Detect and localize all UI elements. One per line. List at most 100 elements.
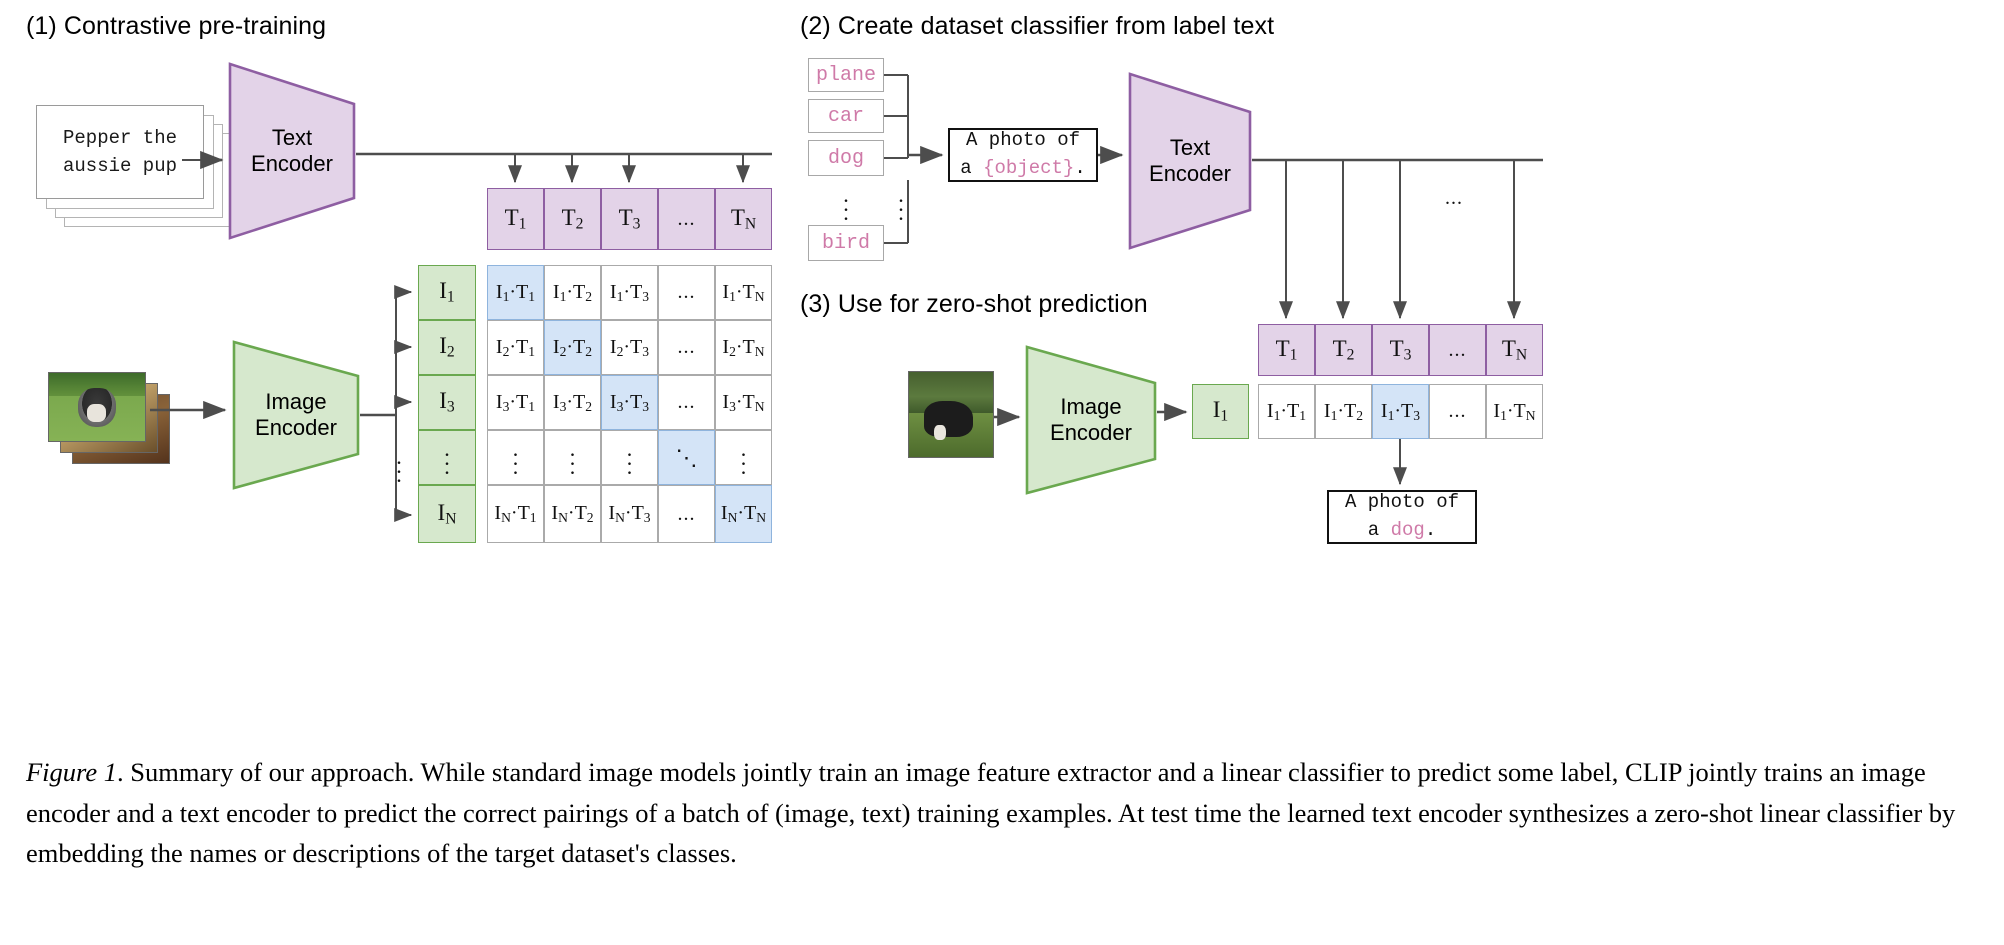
panel2-text-token-1-label: T1 bbox=[1275, 335, 1298, 364]
matrix-cell-4-5: ... bbox=[715, 430, 772, 485]
prediction-suffix: . bbox=[1424, 519, 1437, 541]
text-token-n-label: TN bbox=[730, 204, 757, 233]
matrix-cell-2-2: I2·T2 bbox=[544, 320, 601, 375]
panel3-sim-cell-2-label: I1·T2 bbox=[1323, 399, 1364, 423]
image-encoder-panel1: Image Encoder bbox=[232, 340, 360, 490]
panel2-text-token-1: T1 bbox=[1258, 324, 1315, 376]
class-label-dog-text: dog bbox=[827, 146, 864, 170]
panel2-token-row-ellipsis: ... bbox=[1445, 187, 1463, 209]
figure-number: Figure 1 bbox=[26, 757, 118, 787]
image-token-ellipsis: ... bbox=[418, 430, 476, 485]
text-input-card: Pepper the aussie pup bbox=[36, 105, 204, 199]
image-token-n-label: IN bbox=[437, 499, 457, 528]
panel2-title: (2) Create dataset classifier from label… bbox=[800, 12, 1275, 40]
matrix-cell-3-2: I3·T2 bbox=[544, 375, 601, 430]
image-input-stack bbox=[48, 372, 188, 472]
text-encoder-panel2: Text Encoder bbox=[1128, 72, 1252, 250]
test-image-thumb bbox=[908, 371, 994, 458]
matrix-cell-1-5-label: I1·TN bbox=[722, 280, 765, 304]
image-token-n: IN bbox=[418, 485, 476, 543]
matrix-cell-1-4-label: ... bbox=[677, 281, 696, 303]
panel2-text-token-3: T3 bbox=[1372, 324, 1429, 376]
text-input-card-stack: Pepper the aussie pup bbox=[36, 105, 236, 250]
text-token-n: TN bbox=[715, 188, 772, 250]
image-encoder-label-panel1: Image Encoder bbox=[255, 388, 337, 440]
matrix-cell-5-5-label: IN·TN bbox=[720, 502, 767, 525]
matrix-cell-4-3: ... bbox=[601, 430, 658, 485]
matrix-cell-2-5-label: I2·TN bbox=[722, 335, 765, 359]
matrix-cell-4-3-label: ... bbox=[626, 435, 633, 480]
matrix-cell-3-5: I3·TN bbox=[715, 375, 772, 430]
prediction-class: dog bbox=[1390, 519, 1425, 541]
matrix-cell-1-4: ... bbox=[658, 265, 715, 320]
matrix-cell-3-2-label: I3·T2 bbox=[552, 390, 593, 414]
matrix-cell-1-2: I1·T2 bbox=[544, 265, 601, 320]
text-encoder-label-panel1: Text Encoder bbox=[251, 124, 333, 176]
matrix-cell-5-4-label: ... bbox=[677, 502, 696, 525]
text-encoder-panel1: Text Encoder bbox=[228, 62, 356, 240]
class-label-car: car bbox=[808, 99, 884, 133]
image-thumb-front bbox=[48, 372, 146, 442]
image-encoder-panel3: Image Encoder bbox=[1025, 345, 1157, 495]
image-token-ellipsis-label: ... bbox=[444, 435, 450, 480]
matrix-cell-3-1-label: I3·T1 bbox=[495, 390, 536, 414]
panel2-text-token-2: T2 bbox=[1315, 324, 1372, 376]
matrix-cell-3-3: I3·T3 bbox=[601, 375, 658, 430]
matrix-cell-1-5: I1·TN bbox=[715, 265, 772, 320]
panel2-text-token-ellipsis-label: ... bbox=[1448, 338, 1467, 361]
matrix-cell-4-4: ⋱ bbox=[658, 430, 715, 485]
prompt-template-box: A photo of a {object}. bbox=[948, 128, 1098, 182]
class-label-bird-text: bird bbox=[821, 231, 870, 255]
panel3-sim-cell-1: I1·T1 bbox=[1258, 384, 1315, 439]
matrix-cell-5-3-label: IN·T3 bbox=[608, 502, 651, 525]
class-label-car-text: car bbox=[827, 104, 864, 128]
panel2-text-token-3-label: T3 bbox=[1389, 335, 1412, 364]
matrix-cell-2-4: ... bbox=[658, 320, 715, 375]
matrix-cell-5-4: ... bbox=[658, 485, 715, 543]
text-token-2: T2 bbox=[544, 188, 601, 250]
panel3-title: (3) Use for zero-shot prediction bbox=[800, 290, 1148, 318]
image-token-1: I1 bbox=[418, 265, 476, 320]
prediction-box: A photo of a dog. bbox=[1327, 490, 1477, 544]
matrix-cell-1-1-label: I1·T1 bbox=[495, 280, 536, 304]
panel3-sim-cell-n: I1·TN bbox=[1486, 384, 1543, 439]
image-encoder-label-panel3: Image Encoder bbox=[1050, 393, 1132, 445]
matrix-cell-5-1: IN·T1 bbox=[487, 485, 544, 543]
matrix-cell-4-1: ... bbox=[487, 430, 544, 485]
matrix-cell-3-4: ... bbox=[658, 375, 715, 430]
matrix-cell-5-3: IN·T3 bbox=[601, 485, 658, 543]
text-token-ellipsis: ... bbox=[658, 188, 715, 250]
matrix-cell-5-2: IN·T2 bbox=[544, 485, 601, 543]
prompt-template-slot: {object} bbox=[983, 157, 1075, 179]
matrix-cell-2-4-label: ... bbox=[677, 336, 696, 358]
matrix-cell-4-5-label: ... bbox=[740, 435, 747, 480]
matrix-cell-2-3: I2·T3 bbox=[601, 320, 658, 375]
matrix-cell-3-1: I3·T1 bbox=[487, 375, 544, 430]
image-column-ellipsis-outer: ... bbox=[396, 444, 402, 488]
class-label-dog: dog bbox=[808, 140, 884, 176]
image-token-2: I2 bbox=[418, 320, 476, 375]
class-label-plane-text: plane bbox=[815, 63, 876, 87]
text-token-1: T1 bbox=[487, 188, 544, 250]
figure-caption: Figure 1. Summary of our approach. While… bbox=[26, 752, 1978, 874]
matrix-cell-3-4-label: ... bbox=[677, 391, 696, 413]
panel3-sim-cell-ellipsis-label: ... bbox=[1448, 400, 1467, 422]
matrix-cell-3-3-label: I3·T3 bbox=[609, 390, 650, 414]
panel2-text-token-2-label: T2 bbox=[1332, 335, 1355, 364]
matrix-cell-1-3: I1·T3 bbox=[601, 265, 658, 320]
image-token-1-label: I1 bbox=[439, 278, 455, 306]
panel3-image-token-label: I1 bbox=[1212, 397, 1229, 425]
matrix-cell-2-1: I2·T1 bbox=[487, 320, 544, 375]
panel3-sim-cell-3-label: I1·T3 bbox=[1380, 399, 1421, 423]
text-encoder-label-panel2: Text Encoder bbox=[1149, 134, 1231, 186]
matrix-cell-2-3-label: I2·T3 bbox=[609, 335, 650, 359]
matrix-cell-1-2-label: I1·T2 bbox=[552, 280, 593, 304]
matrix-cell-2-5: I2·TN bbox=[715, 320, 772, 375]
figure-caption-text: . Summary of our approach. While standar… bbox=[26, 757, 1956, 869]
matrix-cell-5-5: IN·TN bbox=[715, 485, 772, 543]
matrix-cell-2-1-label: I2·T1 bbox=[495, 335, 536, 359]
prompt-template-suffix: . bbox=[1074, 157, 1086, 179]
text-token-3-label: T3 bbox=[618, 204, 641, 233]
matrix-cell-5-2-label: IN·T2 bbox=[551, 502, 594, 525]
image-token-3: I3 bbox=[418, 375, 476, 430]
